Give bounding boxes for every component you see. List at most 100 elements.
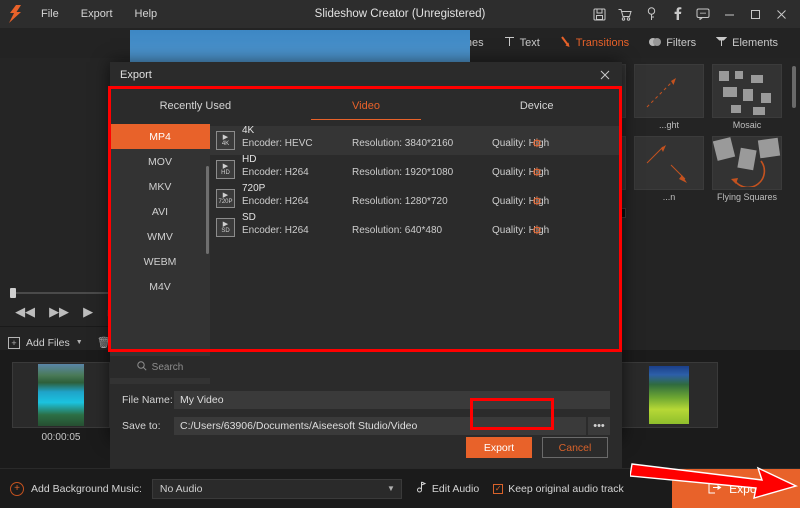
preset-badge: 720P [218, 199, 233, 205]
preset-name: SD [242, 212, 256, 223]
preset-resolution: Resolution: 640*480 [352, 225, 443, 236]
preset-row-4k[interactable]: ▶ 4K 4K Encoder: HEVC Resolution: 3840*21… [210, 125, 622, 155]
dialog-tab-device[interactable]: Device [451, 88, 622, 124]
tab-transitions[interactable]: Transitions [550, 28, 639, 58]
tab-label: Video [352, 100, 380, 112]
format-item-wmv[interactable]: WMV [110, 224, 210, 249]
tab-label: Transitions [575, 37, 630, 49]
dialog-tabs: Recently Used Video Device [110, 88, 622, 124]
add-music-icon[interactable]: + [10, 481, 24, 496]
chevron-down-icon[interactable]: ▼ [76, 339, 83, 346]
preset-badge: HD [221, 170, 230, 176]
search-input[interactable]: Search [110, 356, 210, 378]
gear-icon[interactable]: ⚙ [532, 137, 542, 150]
play-button[interactable]: ▶ [83, 304, 93, 320]
format-list-scrollbar[interactable] [206, 166, 209, 254]
timeline-clip[interactable] [12, 362, 110, 428]
minimize-icon[interactable] [716, 0, 742, 28]
dialog-export-button[interactable]: Export [466, 437, 532, 458]
titlebar-icons [586, 0, 794, 28]
transition-label: Flying Squares [716, 192, 778, 202]
search-placeholder: Search [151, 361, 184, 373]
tab-label: Device [519, 100, 554, 112]
format-item-mp4[interactable]: MP4 [110, 124, 210, 149]
file-name-label: File Name: [122, 394, 173, 406]
preset-row-hd[interactable]: ▶ HD HD Encoder: H264 Resolution: 1920*10… [210, 154, 622, 184]
save-icon[interactable] [586, 0, 612, 28]
text-icon [504, 36, 515, 50]
maximize-icon[interactable] [742, 0, 768, 28]
preset-encoder: Encoder: H264 [242, 225, 309, 236]
preset-row-720p[interactable]: ▶ 720P 720P Encoder: H264 Resolution: 128… [210, 183, 622, 213]
gear-icon[interactable]: ⚙ [532, 224, 542, 237]
timeline-clip[interactable] [620, 362, 718, 428]
delete-icon[interactable]: 🗑 [97, 336, 111, 349]
transition-thumbnail [712, 136, 782, 190]
dialog-tab-recently-used[interactable]: Recently Used [110, 88, 281, 124]
save-to-input[interactable]: C:/Users/63906/Documents/Aiseesoft Studi… [174, 417, 586, 435]
panel-scrollbar[interactable] [792, 66, 796, 108]
checkbox-checked-icon: ✓ [493, 483, 504, 494]
message-icon[interactable] [690, 0, 716, 28]
tab-filters[interactable]: Filters [639, 28, 706, 58]
menu-export[interactable]: Export [70, 0, 124, 28]
keep-audio-track-label: Keep original audio track [508, 482, 624, 495]
video-preset-icon: ▶ 4K [216, 131, 235, 150]
format-item-webm[interactable]: WEBM [110, 249, 210, 274]
menu-file[interactable]: File [30, 0, 70, 28]
format-item-m4v[interactable]: M4V [110, 274, 210, 299]
transition-item-flying-squares[interactable]: Flying Squares [712, 136, 782, 202]
menu-help[interactable]: Help [124, 0, 169, 28]
file-name-input[interactable]: My Video [174, 391, 610, 409]
export-icon [708, 481, 722, 497]
format-list: MP4 MOV MKV AVI WMV WEBM M4V Search [110, 124, 210, 384]
cart-icon[interactable] [612, 0, 638, 28]
facebook-icon[interactable] [664, 0, 690, 28]
dialog-tab-video[interactable]: Video [281, 88, 452, 124]
transition-thumbnail [634, 64, 704, 118]
video-preset-icon: ▶ HD [216, 160, 235, 179]
export-button-main[interactable]: Export [672, 469, 800, 508]
search-icon [136, 360, 147, 374]
keep-audio-track-checkbox[interactable]: ✓ Keep original audio track [493, 483, 624, 495]
save-to-label: Save to: [122, 420, 161, 432]
scrubber-knob[interactable] [10, 288, 16, 298]
export-button-label: Export [729, 482, 764, 496]
preset-row-sd[interactable]: ▶ SD SD Encoder: H264 Resolution: 640*480… [210, 212, 622, 242]
gear-icon[interactable]: ⚙ [532, 195, 542, 208]
preset-list: ▶ 4K 4K Encoder: HEVC Resolution: 3840*21… [210, 124, 622, 384]
tab-label: Recently Used [159, 100, 232, 112]
dialog-cancel-button[interactable]: Cancel [542, 437, 608, 458]
dialog-buttons: Export Cancel [466, 437, 608, 458]
dialog-close-icon[interactable] [596, 66, 614, 84]
key-icon[interactable] [638, 0, 664, 28]
tab-text[interactable]: Text [494, 28, 550, 58]
edit-audio-icon [416, 481, 427, 496]
clip-thumbnail [38, 364, 84, 426]
app-logo-icon [0, 0, 30, 28]
preset-name: 720P [242, 183, 266, 194]
edit-audio-button[interactable]: Edit Audio [416, 481, 479, 496]
preset-resolution: Resolution: 1920*1080 [352, 167, 454, 178]
audio-select-value: No Audio [159, 482, 203, 495]
timeline-scrubber[interactable] [10, 288, 120, 298]
transition-thumbnail [712, 64, 782, 118]
dialog-title: Export [120, 69, 152, 81]
format-item-mov[interactable]: MOV [110, 149, 210, 174]
format-item-mkv[interactable]: MKV [110, 174, 210, 199]
scrubber-track [10, 292, 120, 294]
transition-item-mosaic[interactable]: Mosaic [712, 64, 782, 130]
tab-elements[interactable]: Elements [706, 28, 788, 58]
add-files-label[interactable]: Add Files [26, 337, 70, 349]
fast-forward-button[interactable]: ▶▶ [49, 304, 69, 320]
elements-icon [715, 36, 728, 50]
edit-audio-label: Edit Audio [431, 482, 480, 495]
transition-item-partial-right[interactable]: ...ght [634, 64, 704, 130]
rewind-button[interactable]: ◀◀ [15, 304, 35, 320]
close-icon[interactable] [768, 0, 794, 28]
gear-icon[interactable]: ⚙ [532, 166, 542, 179]
transition-item-partial-n[interactable]: ...n [634, 136, 704, 202]
browse-button[interactable]: ••• [588, 417, 610, 435]
audio-select[interactable]: No Audio ▼ [151, 478, 402, 499]
format-item-avi[interactable]: AVI [110, 199, 210, 224]
